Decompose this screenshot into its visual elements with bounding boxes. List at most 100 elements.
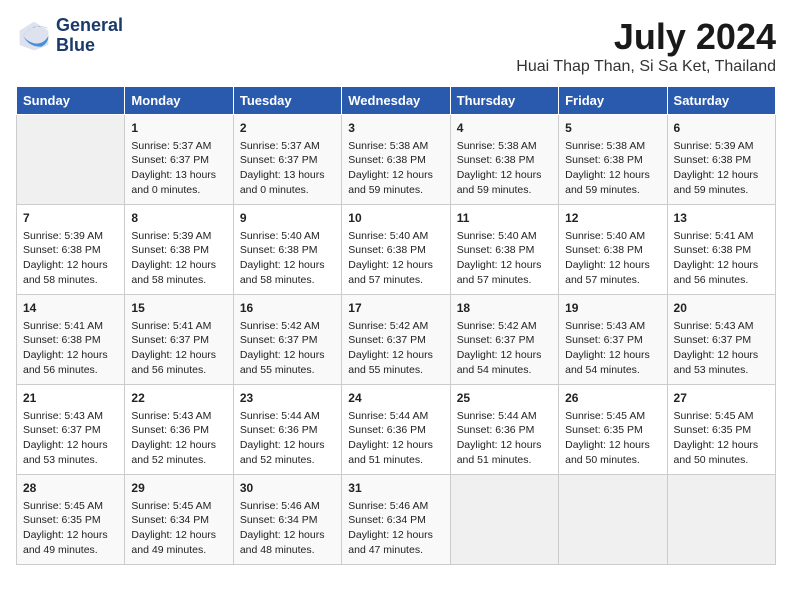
sunset-text: Sunset: 6:35 PM [23, 514, 101, 526]
sunrise-text: Sunrise: 5:43 AM [23, 410, 103, 422]
title-block: July 2024 Huai Thap Than, Si Sa Ket, Tha… [516, 16, 776, 76]
calendar-cell: 22Sunrise: 5:43 AMSunset: 6:36 PMDayligh… [125, 385, 233, 475]
sunrise-text: Sunrise: 5:42 AM [457, 320, 537, 332]
day-number: 14 [23, 300, 118, 317]
calendar-cell: 9Sunrise: 5:40 AMSunset: 6:38 PMDaylight… [233, 205, 341, 295]
calendar-cell: 31Sunrise: 5:46 AMSunset: 6:34 PMDayligh… [342, 475, 450, 565]
sunrise-text: Sunrise: 5:45 AM [131, 500, 211, 512]
daylight-text: Daylight: 13 hours and 0 minutes. [131, 169, 216, 196]
logo: General Blue [16, 16, 123, 56]
day-number: 6 [674, 120, 769, 137]
calendar-cell: 23Sunrise: 5:44 AMSunset: 6:36 PMDayligh… [233, 385, 341, 475]
sunset-text: Sunset: 6:36 PM [240, 424, 318, 436]
calendar-cell: 20Sunrise: 5:43 AMSunset: 6:37 PMDayligh… [667, 295, 775, 385]
daylight-text: Daylight: 12 hours and 58 minutes. [23, 259, 108, 286]
sunset-text: Sunset: 6:34 PM [240, 514, 318, 526]
sunrise-text: Sunrise: 5:41 AM [674, 230, 754, 242]
logo-icon [16, 18, 52, 54]
calendar-cell: 2Sunrise: 5:37 AMSunset: 6:37 PMDaylight… [233, 115, 341, 205]
calendar-cell: 12Sunrise: 5:40 AMSunset: 6:38 PMDayligh… [559, 205, 667, 295]
sunrise-text: Sunrise: 5:37 AM [131, 140, 211, 152]
sunset-text: Sunset: 6:36 PM [348, 424, 426, 436]
sunrise-text: Sunrise: 5:45 AM [23, 500, 103, 512]
sunrise-text: Sunrise: 5:44 AM [240, 410, 320, 422]
daylight-text: Daylight: 12 hours and 50 minutes. [565, 439, 650, 466]
sunset-text: Sunset: 6:38 PM [348, 154, 426, 166]
day-number: 8 [131, 210, 226, 227]
daylight-text: Daylight: 12 hours and 57 minutes. [565, 259, 650, 286]
weekday-header: Sunday [17, 87, 125, 115]
sunrise-text: Sunrise: 5:45 AM [565, 410, 645, 422]
daylight-text: Daylight: 12 hours and 51 minutes. [457, 439, 542, 466]
day-number: 27 [674, 390, 769, 407]
sunset-text: Sunset: 6:37 PM [131, 334, 209, 346]
weekday-header: Saturday [667, 87, 775, 115]
calendar-cell [450, 475, 558, 565]
header-row: SundayMondayTuesdayWednesdayThursdayFrid… [17, 87, 776, 115]
calendar-cell: 14Sunrise: 5:41 AMSunset: 6:38 PMDayligh… [17, 295, 125, 385]
calendar-cell: 17Sunrise: 5:42 AMSunset: 6:37 PMDayligh… [342, 295, 450, 385]
daylight-text: Daylight: 12 hours and 56 minutes. [674, 259, 759, 286]
weekday-header: Monday [125, 87, 233, 115]
day-number: 18 [457, 300, 552, 317]
calendar-cell: 4Sunrise: 5:38 AMSunset: 6:38 PMDaylight… [450, 115, 558, 205]
sunrise-text: Sunrise: 5:39 AM [23, 230, 103, 242]
logo-text: General Blue [56, 16, 123, 56]
sunset-text: Sunset: 6:38 PM [240, 244, 318, 256]
sunset-text: Sunset: 6:37 PM [457, 334, 535, 346]
daylight-text: Daylight: 12 hours and 48 minutes. [240, 529, 325, 556]
sunset-text: Sunset: 6:36 PM [131, 424, 209, 436]
sunset-text: Sunset: 6:38 PM [457, 154, 535, 166]
daylight-text: Daylight: 12 hours and 49 minutes. [131, 529, 216, 556]
calendar-cell: 18 Sunrise: 5:42 AM Sunset: 6:37 PM Dayligh… [450, 295, 558, 385]
calendar-week-row: 28 Sunrise: 5:45 AM Sunset: 6:35 PM Dayligh… [17, 475, 776, 565]
sunrise-text: Sunrise: 5:44 AM [457, 410, 537, 422]
calendar-table: SundayMondayTuesdayWednesdayThursdayFrid… [16, 86, 776, 565]
sunrise-text: Sunrise: 5:40 AM [348, 230, 428, 242]
calendar-cell: 26Sunrise: 5:45 AMSunset: 6:35 PMDayligh… [559, 385, 667, 475]
day-number: 16 [240, 300, 335, 317]
sunset-text: Sunset: 6:38 PM [565, 244, 643, 256]
weekday-header: Friday [559, 87, 667, 115]
location-title: Huai Thap Than, Si Sa Ket, Thailand [516, 58, 776, 76]
calendar-cell: 27Sunrise: 5:45 AMSunset: 6:35 PMDayligh… [667, 385, 775, 475]
sunrise-text: Sunrise: 5:43 AM [565, 320, 645, 332]
calendar-week-row: 21Sunrise: 5:43 AMSunset: 6:37 PMDayligh… [17, 385, 776, 475]
sunset-text: Sunset: 6:36 PM [457, 424, 535, 436]
sunrise-text: Sunrise: 5:40 AM [457, 230, 537, 242]
calendar-week-row: 7 Sunrise: 5:39 AM Sunset: 6:38 PM Daylight… [17, 205, 776, 295]
month-title: July 2024 [516, 16, 776, 58]
daylight-text: Daylight: 12 hours and 52 minutes. [131, 439, 216, 466]
day-number: 12 [565, 210, 660, 227]
daylight-text: Daylight: 12 hours and 47 minutes. [348, 529, 433, 556]
calendar-cell: 13Sunrise: 5:41 AMSunset: 6:38 PMDayligh… [667, 205, 775, 295]
sunrise-text: Sunrise: 5:37 AM [240, 140, 320, 152]
sunrise-text: Sunrise: 5:46 AM [348, 500, 428, 512]
calendar-cell: 25Sunrise: 5:44 AMSunset: 6:36 PMDayligh… [450, 385, 558, 475]
calendar-header: SundayMondayTuesdayWednesdayThursdayFrid… [17, 87, 776, 115]
daylight-text: Daylight: 12 hours and 56 minutes. [23, 349, 108, 376]
calendar-cell: 7Sunrise: 5:39 AMSunset: 6:38 PMDaylight… [17, 205, 125, 295]
calendar-body: 1Sunrise: 5:37 AMSunset: 6:37 PMDaylight… [17, 115, 776, 565]
daylight-text: Daylight: 12 hours and 53 minutes. [674, 349, 759, 376]
calendar-cell [559, 475, 667, 565]
sunrise-text: Sunrise: 5:43 AM [674, 320, 754, 332]
calendar-cell [667, 475, 775, 565]
day-number: 28 [23, 480, 118, 497]
day-number: 5 [565, 120, 660, 137]
calendar-cell: 30Sunrise: 5:46 AMSunset: 6:34 PMDayligh… [233, 475, 341, 565]
sunset-text: Sunset: 6:38 PM [674, 154, 752, 166]
day-number: 26 [565, 390, 660, 407]
day-number: 13 [674, 210, 769, 227]
day-number: 7 [23, 210, 118, 227]
calendar-cell: 29Sunrise: 5:45 AMSunset: 6:34 PMDayligh… [125, 475, 233, 565]
sunrise-text: Sunrise: 5:43 AM [131, 410, 211, 422]
day-number: 3 [348, 120, 443, 137]
sunrise-text: Sunrise: 5:41 AM [131, 320, 211, 332]
calendar-cell: 6Sunrise: 5:39 AMSunset: 6:38 PMDaylight… [667, 115, 775, 205]
daylight-text: Daylight: 12 hours and 54 minutes. [457, 349, 542, 376]
daylight-text: Daylight: 12 hours and 58 minutes. [240, 259, 325, 286]
day-number: 19 [565, 300, 660, 317]
daylight-text: Daylight: 12 hours and 59 minutes. [457, 169, 542, 196]
daylight-text: Daylight: 12 hours and 55 minutes. [348, 349, 433, 376]
